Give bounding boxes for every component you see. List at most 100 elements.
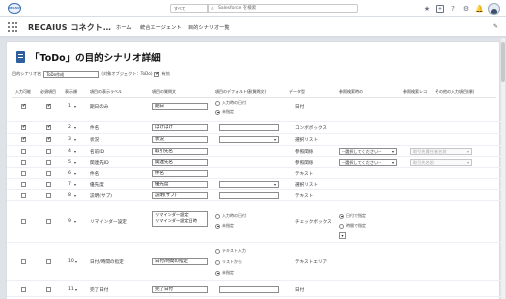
- required-checkbox[interactable]: [46, 182, 51, 187]
- inputable-checkbox[interactable]: [21, 259, 26, 264]
- type-radio-option[interactable]: 日付で指定: [339, 213, 366, 219]
- question-input[interactable]: 説明(サブ): [152, 192, 208, 199]
- type-sub-select[interactable]: ▾: [339, 232, 346, 239]
- question-input[interactable]: 件名: [152, 170, 208, 177]
- ref-record-select[interactable]: 取引先名前 ▾: [410, 159, 472, 166]
- order-dropdown[interactable]: ▾: [74, 160, 76, 165]
- col-header-inputable: 入力可能: [15, 89, 31, 94]
- type-radio-option[interactable]: 時間で指定: [339, 223, 366, 229]
- order-value: 6: [68, 171, 71, 176]
- order-dropdown[interactable]: ▾: [74, 104, 76, 109]
- default-value-select[interactable]: ▾: [219, 181, 279, 188]
- favorites-star-icon[interactable]: ★: [423, 5, 431, 13]
- default-radio-option[interactable]: テキスト入力: [215, 248, 246, 254]
- col-header-ref-record: 参照検索レコ: [403, 89, 427, 94]
- order-dropdown[interactable]: ▾: [74, 171, 76, 176]
- ref-search-select[interactable]: --選択してください-- ▾: [339, 159, 397, 166]
- order-dropdown[interactable]: ▾: [74, 182, 76, 187]
- default-radio-option[interactable]: 入力時の日付: [215, 213, 246, 219]
- default-radio-option[interactable]: 入力時の日付: [215, 100, 246, 106]
- question-input[interactable]: 優先度: [152, 181, 208, 188]
- tab-home[interactable]: ホーム: [116, 24, 131, 31]
- notification-bell-icon[interactable]: 🔔: [475, 5, 484, 13]
- default-value-select[interactable]: ▾: [219, 136, 279, 143]
- page-header: 「ToDo」の目的シナリオ詳細: [16, 50, 161, 64]
- question-input[interactable]: 関連先名: [152, 159, 208, 166]
- help-question-icon[interactable]: ?: [449, 5, 457, 13]
- required-checkbox[interactable]: [46, 149, 51, 154]
- required-checkbox[interactable]: [46, 160, 51, 165]
- required-checkbox[interactable]: [46, 171, 51, 176]
- table-row: 6 ▾ 件名 件名 テキスト: [7, 168, 501, 179]
- default-radio-option[interactable]: 未指定: [215, 223, 234, 229]
- question-textarea[interactable]: リマインダー設定 リマインダー設定日時: [152, 211, 208, 227]
- scenario-name-label: 目的シナリオ名: [12, 71, 42, 76]
- radio-button-icon: [215, 109, 220, 115]
- required-checkbox[interactable]: [46, 259, 51, 264]
- target-object-label: (対象オブジェクト：ToDo): [101, 71, 153, 76]
- data-type: 選択リスト: [295, 138, 318, 143]
- tab-integration-agent[interactable]: 統合エージェント: [140, 24, 181, 31]
- ref-search-select[interactable]: --選択してください-- ▾: [339, 148, 397, 155]
- question-input[interactable]: 期日: [152, 103, 208, 110]
- default-radio-option[interactable]: リストから: [215, 259, 242, 265]
- order-dropdown[interactable]: ▾: [74, 193, 76, 198]
- order-value: 9: [68, 219, 71, 224]
- settings-gear-icon[interactable]: ⚙: [462, 5, 470, 13]
- question-input[interactable]: 取引先名: [152, 148, 208, 155]
- question-input[interactable]: 状況: [152, 136, 208, 143]
- default-value-input[interactable]: [219, 192, 279, 199]
- required-checkbox[interactable]: [46, 103, 51, 109]
- inputable-checkbox[interactable]: [21, 219, 26, 224]
- inputable-checkbox[interactable]: [21, 182, 26, 187]
- add-plus-icon[interactable]: +: [436, 4, 444, 13]
- inputable-checkbox[interactable]: [21, 136, 26, 142]
- order-dropdown[interactable]: ▾: [74, 149, 76, 154]
- inputable-checkbox[interactable]: [21, 193, 26, 198]
- table-row: 11 ▾ 完了日付 完了日付 日付: [7, 281, 501, 297]
- question-input[interactable]: 日付/時間の指定: [152, 258, 208, 265]
- page-scrollbar[interactable]: [501, 38, 505, 299]
- order-dropdown[interactable]: ▾: [75, 287, 77, 292]
- scenario-name-input[interactable]: ToDo作成: [43, 70, 100, 78]
- tab-scenario-list[interactable]: 目的シナリオ一覧: [188, 24, 230, 31]
- inputable-checkbox[interactable]: [21, 149, 26, 154]
- inputable-checkbox[interactable]: [21, 287, 26, 292]
- user-avatar[interactable]: [488, 2, 500, 15]
- inputable-checkbox[interactable]: [21, 124, 26, 130]
- active-checkbox[interactable]: [154, 71, 160, 77]
- required-checkbox[interactable]: [46, 136, 51, 142]
- inputable-checkbox[interactable]: [21, 160, 26, 165]
- scrollbar-thumb[interactable]: [501, 42, 505, 82]
- default-radio-option[interactable]: 未指定: [215, 109, 234, 115]
- company-logo[interactable]: RECAIUS: [8, 3, 21, 14]
- required-checkbox[interactable]: [46, 124, 51, 130]
- order-dropdown[interactable]: ▾: [74, 125, 76, 130]
- app-launcher-icon[interactable]: [8, 22, 18, 32]
- ref-record-select[interactable]: 取引先責任者名前 ▾: [410, 148, 472, 155]
- app-navigation-bar: RECAIUS コネクト… ホーム 統合エージェント 目的シナリオ一覧 ✎: [0, 17, 506, 38]
- edit-nav-pencil-icon[interactable]: ✎: [493, 23, 498, 30]
- order-dropdown[interactable]: ▾: [74, 137, 76, 142]
- required-checkbox[interactable]: [46, 287, 51, 292]
- required-checkbox[interactable]: [46, 219, 51, 224]
- default-value-input[interactable]: [219, 286, 279, 293]
- table-row: 10 ▾ 日付/時間の指定 日付/時間の指定 テキスト入力 リストから 未指定 …: [7, 243, 501, 281]
- global-search-input[interactable]: ⌕ Salesforce を検索: [208, 4, 358, 13]
- inputable-checkbox[interactable]: [21, 103, 26, 109]
- default-value-input[interactable]: [219, 124, 279, 131]
- order-dropdown[interactable]: ▾: [75, 259, 77, 264]
- question-input[interactable]: ほげほげ: [152, 124, 208, 131]
- order-dropdown[interactable]: ▾: [74, 219, 76, 224]
- order-value: 8: [68, 193, 71, 198]
- radio-button-icon: [215, 223, 220, 229]
- inputable-checkbox[interactable]: [21, 171, 26, 176]
- question-input[interactable]: 完了日付: [152, 286, 208, 293]
- scenario-detail-page: 「ToDo」の目的シナリオ詳細 目的シナリオ名 ToDo作成 (対象オブジェクト…: [6, 41, 501, 299]
- active-label: 有効: [161, 71, 170, 76]
- field-label: 日付/時間の指定: [90, 260, 124, 265]
- search-scope-dropdown[interactable]: すべて: [170, 4, 208, 13]
- default-radio-option[interactable]: 未指定: [215, 270, 234, 276]
- col-header-question: 項目の質問文: [152, 89, 176, 94]
- required-checkbox[interactable]: [46, 193, 51, 198]
